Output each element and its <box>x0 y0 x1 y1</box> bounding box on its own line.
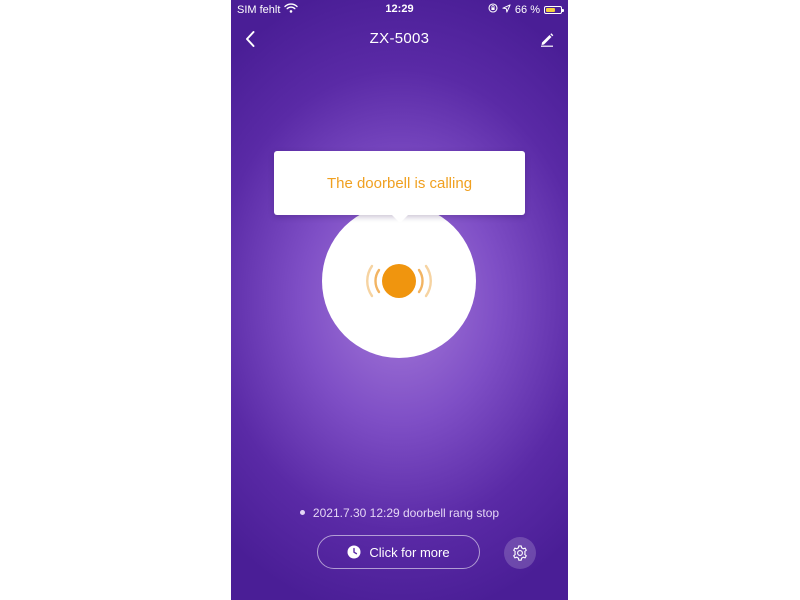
log-text: 2021.7.30 12:29 doorbell rang stop <box>312 506 500 520</box>
doorbell-tooltip: The doorbell is calling <box>274 151 525 223</box>
log-bullet <box>299 510 305 516</box>
click-for-more-button[interactable]: Click for more <box>317 535 480 569</box>
doorbell-button[interactable] <box>322 204 476 358</box>
page-title: ZX-5003 <box>369 30 430 47</box>
phone-screen: SIM fehlt 12:29 66 % ZX-5003 The doorbel… <box>231 0 568 600</box>
orientation-lock-icon <box>488 3 498 16</box>
clock-icon <box>347 545 361 559</box>
status-right: 66 % <box>488 3 564 16</box>
battery-fill <box>546 7 555 12</box>
tooltip-text: The doorbell is calling <box>326 174 473 192</box>
battery-percent: 66 % <box>514 3 540 16</box>
pencil-icon <box>541 33 554 47</box>
battery-icon <box>544 5 564 14</box>
settings-button[interactable] <box>504 537 536 569</box>
ringing-bell-icon <box>366 264 432 298</box>
edit-button[interactable] <box>534 26 560 52</box>
nav-bar: ZX-5003 <box>231 22 568 56</box>
status-bar: SIM fehlt 12:29 66 % <box>231 0 568 20</box>
gear-icon <box>513 545 527 561</box>
more-label: Click for more <box>369 544 450 560</box>
event-log: 2021.7.30 12:29 doorbell rang stop <box>231 506 568 520</box>
location-arrow-icon <box>502 3 511 16</box>
